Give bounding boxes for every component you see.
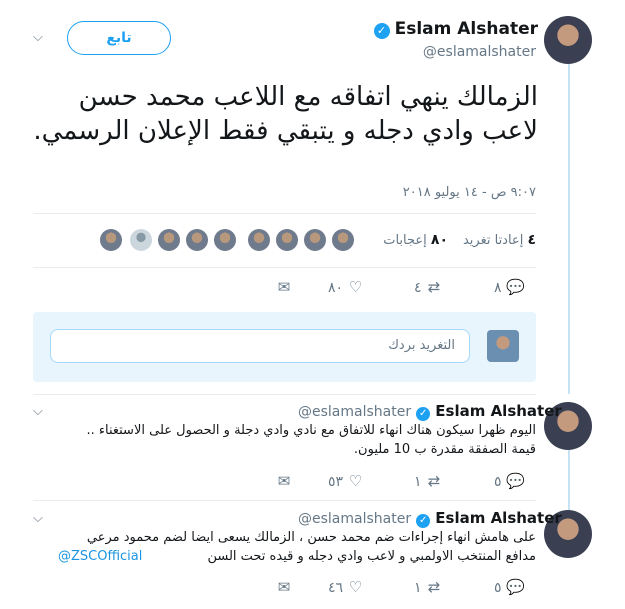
liker-avatar[interactable] bbox=[276, 229, 298, 251]
retweet-icon: ⇄ bbox=[427, 278, 441, 296]
reply-count: ٥ bbox=[494, 474, 502, 490]
verified-badge-icon: ✓ bbox=[416, 407, 431, 421]
chevron-down-icon[interactable]: ⌵ bbox=[33, 30, 43, 45]
reply-input[interactable]: التغريد بردك bbox=[50, 329, 470, 363]
liker-avatar[interactable] bbox=[100, 229, 122, 251]
like-button[interactable]: ٨٠ ♡ bbox=[328, 278, 364, 296]
divider bbox=[33, 213, 536, 214]
retweet-count: ٤ bbox=[414, 280, 422, 296]
reply-icon: 💬 bbox=[505, 578, 525, 596]
like-button[interactable]: ٤٦ ♡ bbox=[328, 578, 364, 596]
divider bbox=[33, 267, 536, 268]
main-author-name-row[interactable]: ✓ Eslam Alshater bbox=[373, 19, 538, 39]
thread-tweet-line: مدافع المنتخب الاولمبي و لاعب وادي دجله … bbox=[207, 549, 536, 564]
retweets-stat[interactable]: ٤ إعادتا تغريد bbox=[456, 232, 536, 248]
retweet-button[interactable]: ١ ⇄ bbox=[414, 578, 442, 596]
liker-avatar[interactable] bbox=[304, 229, 326, 251]
like-count: ٨٠ bbox=[328, 280, 344, 296]
reply-count: ٨ bbox=[494, 280, 502, 296]
reply-icon: 💬 bbox=[505, 278, 525, 296]
thread-author-row[interactable]: @eslamalshater ✓ Eslam Alshater bbox=[298, 401, 562, 421]
mention-link[interactable]: @ZSCOfficial bbox=[58, 547, 168, 566]
reply-button[interactable]: ٨ 💬 bbox=[494, 278, 525, 296]
retweet-icon: ⇄ bbox=[427, 578, 441, 596]
retweet-icon: ⇄ bbox=[427, 472, 441, 490]
likes-count: ٨٠ bbox=[430, 232, 448, 248]
retweet-button[interactable]: ١ ⇄ bbox=[414, 472, 442, 490]
thread-line-mid bbox=[568, 450, 570, 510]
liker-avatar[interactable] bbox=[158, 229, 180, 251]
thread-author-name: Eslam Alshater bbox=[435, 509, 562, 527]
heart-icon: ♡ bbox=[348, 278, 363, 296]
main-tweet-text: الزمالك ينهي اتفاقه مع اللاعب محمد حسن ل… bbox=[33, 82, 538, 146]
like-count: ٤٦ bbox=[328, 580, 344, 596]
reply-button[interactable]: ٥ 💬 bbox=[494, 472, 525, 490]
chevron-down-icon[interactable]: ⌵ bbox=[33, 511, 43, 526]
follow-button[interactable]: تابع bbox=[67, 21, 171, 55]
heart-icon: ♡ bbox=[348, 578, 363, 596]
dm-button[interactable]: ✉ bbox=[276, 472, 292, 490]
main-author-handle[interactable]: @eslamalshater bbox=[420, 44, 536, 60]
thread-author-handle: @eslamalshater bbox=[298, 511, 412, 527]
liker-avatar[interactable] bbox=[332, 229, 354, 251]
reply-button[interactable]: ٥ 💬 bbox=[494, 578, 525, 596]
thread-line-top bbox=[568, 64, 570, 394]
thread-author-handle: @eslamalshater bbox=[298, 404, 412, 420]
retweets-count: ٤ bbox=[527, 232, 536, 248]
dm-button[interactable]: ✉ bbox=[276, 278, 292, 296]
thread-author-row[interactable]: @eslamalshater ✓ Eslam Alshater bbox=[298, 508, 562, 528]
liker-avatar[interactable] bbox=[130, 229, 152, 251]
heart-icon: ♡ bbox=[348, 472, 363, 490]
main-author-avatar[interactable] bbox=[544, 16, 592, 64]
likes-stat[interactable]: ٨٠ إعجابات bbox=[376, 232, 448, 248]
retweet-button[interactable]: ٤ ⇄ bbox=[414, 278, 442, 296]
dm-button[interactable]: ✉ bbox=[276, 578, 292, 596]
chevron-down-icon[interactable]: ⌵ bbox=[33, 404, 43, 419]
reply-count: ٥ bbox=[494, 580, 502, 596]
like-button[interactable]: ٥٣ ♡ bbox=[328, 472, 364, 490]
main-tweet-timestamp[interactable]: ٩:٠٧ ص - ١٤ يوليو ٢٠١٨ bbox=[340, 185, 536, 200]
envelope-icon: ✉ bbox=[277, 278, 291, 296]
verified-badge-icon: ✓ bbox=[373, 23, 390, 39]
divider bbox=[33, 500, 536, 501]
thread-tweet-line: على هامش انهاء إجراءات ضم محمد حسن ، الز… bbox=[86, 530, 536, 545]
divider bbox=[33, 394, 536, 395]
liker-avatar[interactable] bbox=[186, 229, 208, 251]
thread-tweet-line: قيمة الصفقة مقدرة ب 10 مليون. bbox=[353, 442, 536, 457]
liker-avatar[interactable] bbox=[214, 229, 236, 251]
thread-author-name: Eslam Alshater bbox=[435, 402, 562, 420]
envelope-icon: ✉ bbox=[277, 578, 291, 596]
main-author-name: Eslam Alshater bbox=[394, 19, 538, 39]
likes-label: إعجابات bbox=[383, 233, 427, 248]
thread-tweet-line: اليوم ظهرا سيكون هناك انهاء للاتفاق مع ن… bbox=[86, 423, 536, 438]
current-user-avatar bbox=[487, 330, 519, 362]
envelope-icon: ✉ bbox=[277, 472, 291, 490]
liker-avatar[interactable] bbox=[248, 229, 270, 251]
retweet-count: ١ bbox=[414, 474, 422, 490]
like-count: ٥٣ bbox=[328, 474, 344, 490]
verified-badge-icon: ✓ bbox=[416, 514, 431, 528]
reply-icon: 💬 bbox=[505, 472, 525, 490]
retweets-label: إعادتا تغريد bbox=[462, 233, 524, 248]
retweet-count: ١ bbox=[414, 580, 422, 596]
